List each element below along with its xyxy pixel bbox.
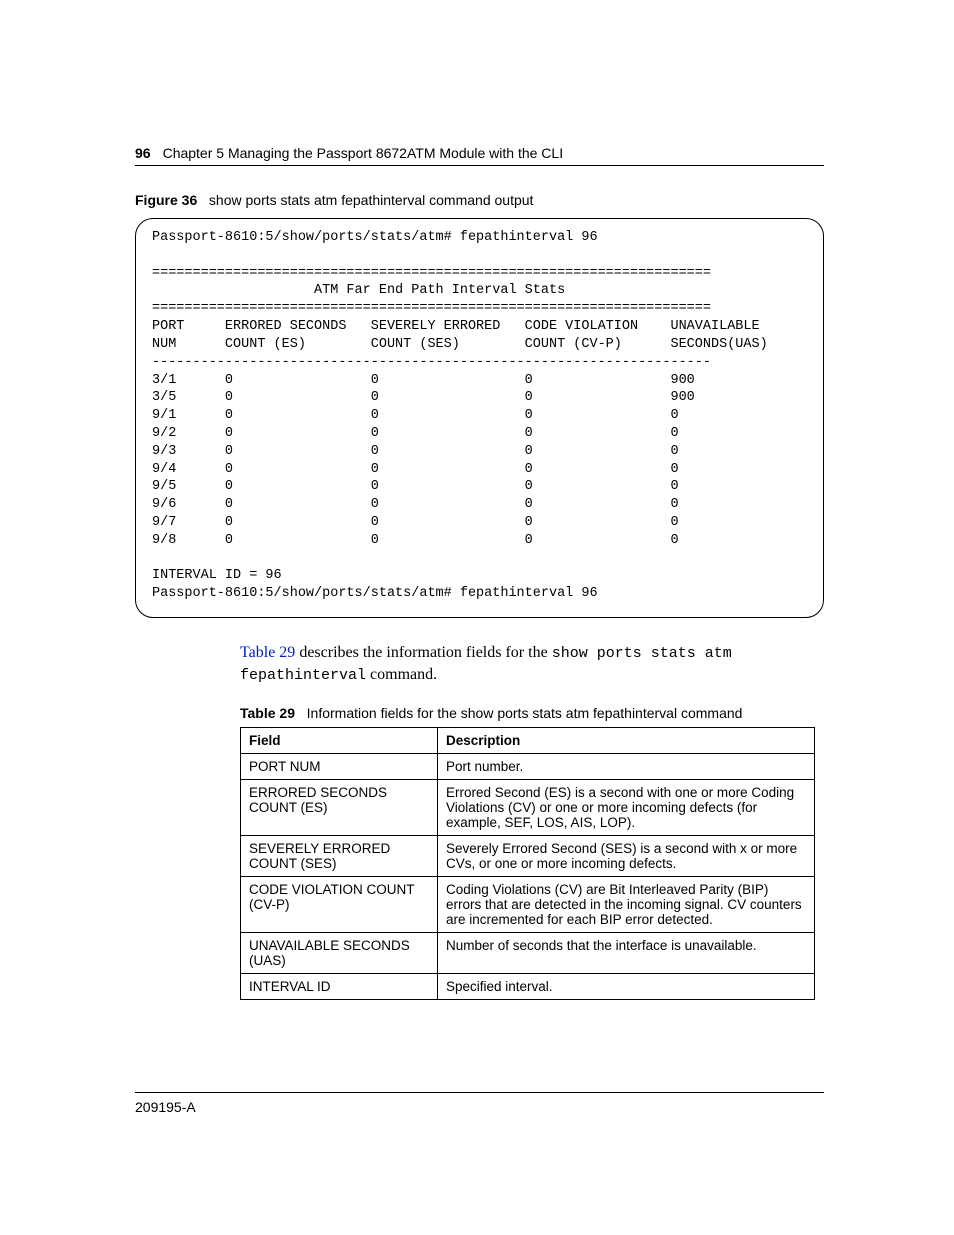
table-row: PORT NUMPort number. — [241, 753, 815, 779]
description-cell: Errored Second (ES) is a second with one… — [438, 779, 815, 835]
field-cell: INTERVAL ID — [241, 973, 438, 999]
running-head: 96 Chapter 5 Managing the Passport 8672A… — [135, 145, 824, 166]
cli-output: Passport-8610:5/show/ports/stats/atm# fe… — [152, 229, 807, 603]
table-title: Information fields for the show ports st… — [307, 705, 743, 721]
page-number: 96 — [135, 145, 151, 161]
table-row: SEVERELY ERRORED COUNT (SES)Severely Err… — [241, 835, 815, 876]
description-cell: Port number. — [438, 753, 815, 779]
field-cell: PORT NUM — [241, 753, 438, 779]
figure-label: Figure 36 — [135, 192, 197, 208]
field-cell: UNAVAILABLE SECONDS (UAS) — [241, 932, 438, 973]
table-label: Table 29 — [240, 705, 295, 721]
para-text-2: command. — [366, 666, 437, 683]
figure-caption: Figure 36 show ports stats atm fepathint… — [135, 192, 824, 208]
info-fields-table: Field Description PORT NUMPort number.ER… — [240, 727, 815, 1000]
description-cell: Coding Violations (CV) are Bit Interleav… — [438, 876, 815, 932]
figure-title: show ports stats atm fepathinterval comm… — [209, 192, 534, 208]
table-row: CODE VIOLATION COUNT (CV-P)Coding Violat… — [241, 876, 815, 932]
description-cell: Severely Errored Second (SES) is a secon… — [438, 835, 815, 876]
th-field: Field — [241, 727, 438, 753]
th-description: Description — [438, 727, 815, 753]
field-cell: ERRORED SECONDS COUNT (ES) — [241, 779, 438, 835]
page-footer: 209195-A — [135, 1092, 824, 1115]
table-xref-link[interactable]: Table 29 — [240, 644, 295, 661]
description-cell: Specified interval. — [438, 973, 815, 999]
table-head-row: Field Description — [241, 727, 815, 753]
table-row: INTERVAL IDSpecified interval. — [241, 973, 815, 999]
table-row: ERRORED SECONDS COUNT (ES)Errored Second… — [241, 779, 815, 835]
field-cell: CODE VIOLATION COUNT (CV-P) — [241, 876, 438, 932]
cli-output-box: Passport-8610:5/show/ports/stats/atm# fe… — [135, 218, 824, 618]
para-text-1: describes the information fields for the — [295, 644, 551, 661]
table-caption: Table 29 Information fields for the show… — [240, 705, 824, 721]
page: 96 Chapter 5 Managing the Passport 8672A… — [0, 0, 954, 1235]
table-row: UNAVAILABLE SECONDS (UAS)Number of secon… — [241, 932, 815, 973]
description-cell: Number of seconds that the interface is … — [438, 932, 815, 973]
doc-number: 209195-A — [135, 1099, 196, 1115]
chapter-title: Chapter 5 Managing the Passport 8672ATM … — [163, 145, 564, 161]
field-cell: SEVERELY ERRORED COUNT (SES) — [241, 835, 438, 876]
body-paragraph: Table 29 describes the information field… — [240, 642, 824, 687]
